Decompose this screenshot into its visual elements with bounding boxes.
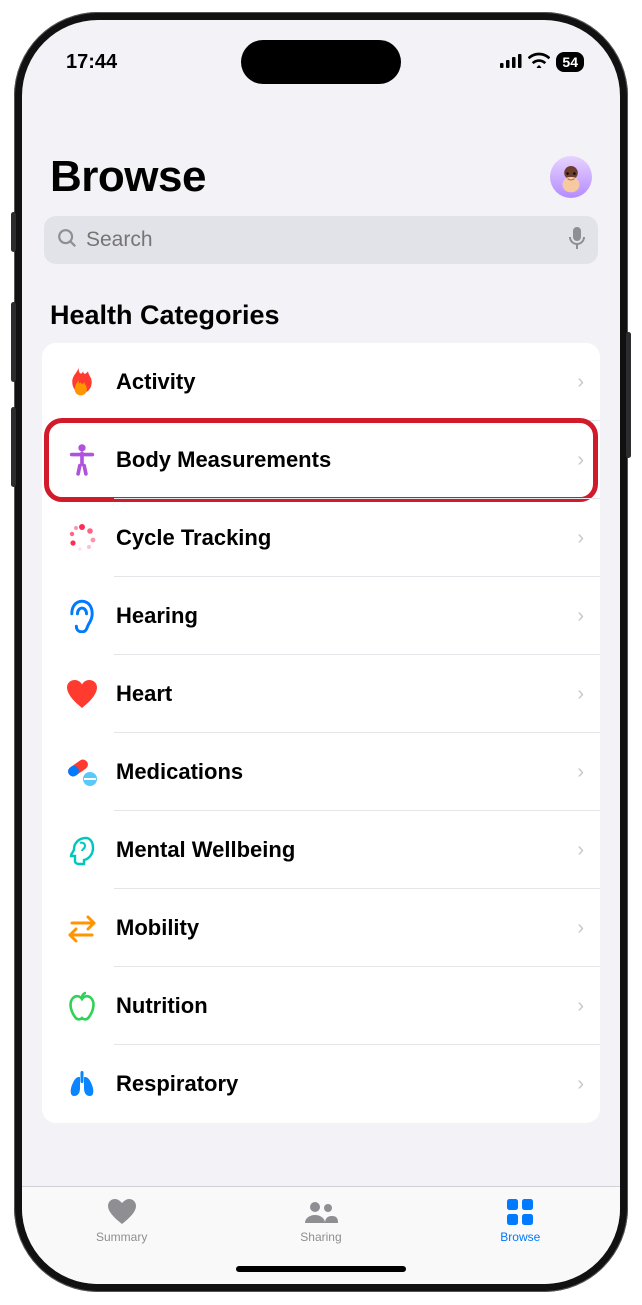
mic-icon[interactable] — [568, 226, 586, 255]
category-heart[interactable]: Heart › — [42, 655, 600, 733]
search-field[interactable] — [44, 216, 598, 264]
category-label: Hearing — [102, 603, 577, 629]
volume-up-button[interactable] — [11, 302, 16, 382]
dynamic-island — [241, 40, 401, 84]
apple-icon — [62, 986, 102, 1026]
category-label: Activity — [102, 369, 577, 395]
category-label: Heart — [102, 681, 577, 707]
category-activity[interactable]: Activity › — [42, 343, 600, 421]
tab-browse[interactable]: Browse — [470, 1197, 570, 1244]
heart-icon — [62, 674, 102, 714]
tab-label: Sharing — [300, 1230, 341, 1244]
chevron-right-icon: › — [577, 605, 584, 628]
battery-indicator: 54 — [556, 52, 584, 72]
chevron-right-icon: › — [577, 1073, 584, 1096]
category-label: Cycle Tracking — [102, 525, 577, 551]
screen: 17:44 54 Browse — [22, 20, 620, 1284]
brain-icon — [62, 830, 102, 870]
tab-summary[interactable]: Summary — [72, 1197, 172, 1244]
tab-label: Summary — [96, 1230, 147, 1244]
category-label: Body Measurements — [102, 447, 577, 473]
home-indicator[interactable] — [236, 1266, 406, 1272]
mute-switch[interactable] — [11, 212, 16, 252]
grid-icon — [507, 1197, 533, 1227]
chevron-right-icon: › — [577, 839, 584, 862]
search-input[interactable] — [86, 228, 560, 252]
search-wrap — [22, 210, 620, 264]
category-hearing[interactable]: Hearing › — [42, 577, 600, 655]
category-mental-wellbeing[interactable]: Mental Wellbeing › — [42, 811, 600, 889]
cellular-icon — [500, 51, 522, 74]
page-title: Browse — [50, 152, 206, 202]
category-label: Nutrition — [102, 993, 577, 1019]
arrows-icon — [62, 908, 102, 948]
status-right: 54 — [500, 51, 584, 74]
wifi-icon — [528, 51, 550, 74]
chevron-right-icon: › — [577, 371, 584, 394]
profile-avatar[interactable] — [550, 156, 592, 198]
tab-label: Browse — [500, 1230, 540, 1244]
chevron-right-icon: › — [577, 527, 584, 550]
category-mobility[interactable]: Mobility › — [42, 889, 600, 967]
power-button[interactable] — [626, 332, 631, 458]
category-medications[interactable]: Medications › — [42, 733, 600, 811]
chevron-right-icon: › — [577, 449, 584, 472]
body-icon — [62, 440, 102, 480]
category-label: Mental Wellbeing — [102, 837, 577, 863]
lungs-icon — [62, 1064, 102, 1104]
header: Browse — [22, 82, 620, 210]
chevron-right-icon: › — [577, 761, 584, 784]
search-icon — [56, 227, 78, 254]
section-title: Health Categories — [22, 264, 620, 343]
heart-fill-icon — [107, 1197, 137, 1227]
pills-icon — [62, 752, 102, 792]
category-nutrition[interactable]: Nutrition › — [42, 967, 600, 1045]
ear-icon — [62, 596, 102, 636]
chevron-right-icon: › — [577, 995, 584, 1018]
chevron-right-icon: › — [577, 683, 584, 706]
category-label: Mobility — [102, 915, 577, 941]
flame-icon — [62, 362, 102, 402]
volume-down-button[interactable] — [11, 407, 16, 487]
cycle-icon — [62, 518, 102, 558]
people-icon — [303, 1197, 339, 1227]
category-label: Respiratory — [102, 1071, 577, 1097]
chevron-right-icon: › — [577, 917, 584, 940]
tab-sharing[interactable]: Sharing — [271, 1197, 371, 1244]
phone-frame: 17:44 54 Browse — [14, 12, 628, 1292]
category-list: Activity › Body Measurements › Cycle Tra… — [42, 343, 600, 1123]
category-label: Medications — [102, 759, 577, 785]
category-body-measurements[interactable]: Body Measurements › — [42, 421, 600, 499]
category-cycle-tracking[interactable]: Cycle Tracking › — [42, 499, 600, 577]
category-respiratory[interactable]: Respiratory › — [42, 1045, 600, 1123]
status-time: 17:44 — [66, 51, 117, 74]
